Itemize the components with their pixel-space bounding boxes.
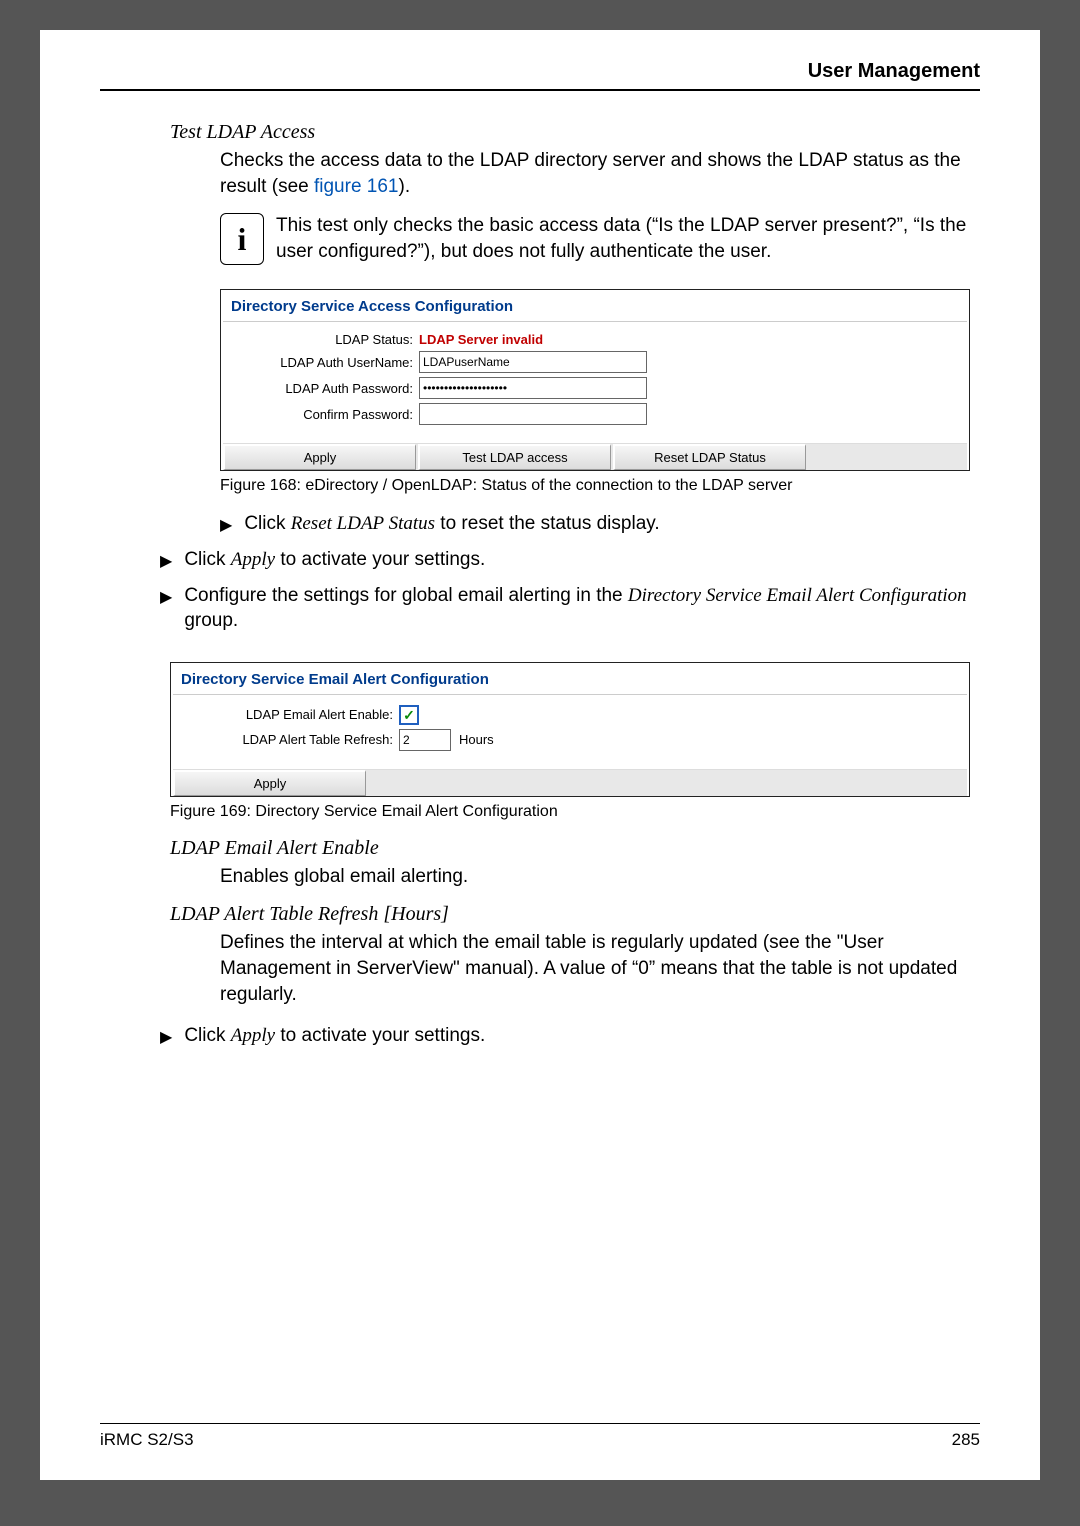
text: to activate your settings. [275, 549, 485, 570]
figure-169-caption: Figure 169: Directory Service Email Aler… [170, 803, 980, 821]
reset-ldap-status-button[interactable]: Reset LDAP Status [613, 444, 806, 470]
ldap-username-row: LDAP Auth UserName: [233, 351, 957, 373]
def-b-term: LDAP Alert Table Refresh [Hours] [170, 903, 980, 926]
em: Directory Service Email Alert Configurat… [628, 585, 967, 606]
apply-button[interactable]: Apply [173, 770, 366, 796]
def-b-desc: Defines the interval at which the email … [220, 930, 970, 1007]
bullet-reset-status: ▶ Click Reset LDAP Status to reset the s… [220, 511, 980, 537]
section-title-test-ldap: Test LDAP Access [170, 121, 980, 144]
figure-168-caption: Figure 168: eDirectory / OpenLDAP: Statu… [220, 477, 980, 495]
figure-link-161[interactable]: figure 161 [314, 176, 399, 197]
panel2-title: Directory Service Email Alert Configurat… [173, 665, 967, 695]
alert-refresh-row: LDAP Alert Table Refresh: Hours [183, 729, 957, 751]
test-ldap-access-button[interactable]: Test LDAP access [418, 444, 611, 470]
text: to reset the status display. [435, 513, 660, 534]
text: Click [184, 1025, 230, 1046]
confirm-password-input[interactable] [419, 403, 647, 425]
page: User Management Test LDAP Access Checks … [40, 30, 1040, 1480]
ldap-password-label: LDAP Auth Password: [233, 381, 419, 396]
bullet-arrow-icon: ▶ [160, 1027, 172, 1049]
info-icon: i [220, 213, 264, 265]
text: ). [399, 176, 411, 197]
bullet-apply-1: ▶ Click Apply to activate your settings. [160, 547, 980, 573]
ldap-status-row: LDAP Status: LDAP Server invalid [233, 332, 957, 347]
alert-refresh-unit: Hours [459, 732, 494, 747]
directory-access-panel: Directory Service Access Configuration L… [220, 289, 970, 471]
page-footer: iRMC S2/S3 285 [100, 1423, 980, 1450]
footer-left: iRMC S2/S3 [100, 1430, 194, 1450]
text: to activate your settings. [275, 1025, 485, 1046]
panel2-body: LDAP Email Alert Enable: ✓ LDAP Alert Ta… [173, 695, 967, 761]
text: Click [244, 513, 290, 534]
ldap-status-label: LDAP Status: [233, 332, 419, 347]
info-note: i This test only checks the basic access… [220, 213, 980, 265]
panel1-body: LDAP Status: LDAP Server invalid LDAP Au… [223, 322, 967, 435]
page-header: User Management [100, 60, 980, 91]
ldap-password-row: LDAP Auth Password: [233, 377, 957, 399]
bullet-configure-email: ▶ Configure the settings for global emai… [160, 583, 980, 634]
apply-button[interactable]: Apply [223, 444, 416, 470]
ldap-username-label: LDAP Auth UserName: [233, 355, 419, 370]
ldap-status-value: LDAP Server invalid [419, 332, 543, 347]
text: Click [184, 549, 230, 570]
em: Reset LDAP Status [291, 513, 435, 534]
bullet-arrow-icon: ▶ [160, 587, 172, 609]
panel1-button-row: Apply Test LDAP access Reset LDAP Status [223, 443, 967, 470]
email-alert-enable-checkbox[interactable]: ✓ [399, 705, 419, 725]
header-title: User Management [808, 60, 980, 82]
ldap-password-input[interactable] [419, 377, 647, 399]
footer-page-number: 285 [952, 1430, 980, 1450]
confirm-password-row: Confirm Password: [233, 403, 957, 425]
email-alert-enable-label: LDAP Email Alert Enable: [183, 707, 399, 722]
ldap-username-input[interactable] [419, 351, 647, 373]
text: group. [184, 610, 238, 631]
section-a-paragraph: Checks the access data to the LDAP direc… [220, 148, 970, 199]
info-text: This test only checks the basic access d… [276, 213, 970, 264]
email-alert-enable-row: LDAP Email Alert Enable: ✓ [183, 705, 957, 725]
em: Apply [231, 1025, 275, 1046]
def-a-desc: Enables global email alerting. [220, 864, 970, 890]
bullet-apply-2: ▶ Click Apply to activate your settings. [160, 1023, 980, 1049]
alert-refresh-input[interactable] [399, 729, 451, 751]
email-alert-panel: Directory Service Email Alert Configurat… [170, 662, 970, 797]
confirm-password-label: Confirm Password: [233, 407, 419, 422]
panel2-button-row: Apply [173, 769, 967, 796]
bullet-arrow-icon: ▶ [160, 551, 172, 573]
text: Configure the settings for global email … [184, 585, 628, 606]
bullet-arrow-icon: ▶ [220, 515, 232, 537]
alert-refresh-label: LDAP Alert Table Refresh: [183, 732, 399, 747]
em: Apply [231, 549, 275, 570]
panel1-title: Directory Service Access Configuration [223, 292, 967, 322]
def-a-term: LDAP Email Alert Enable [170, 837, 980, 860]
